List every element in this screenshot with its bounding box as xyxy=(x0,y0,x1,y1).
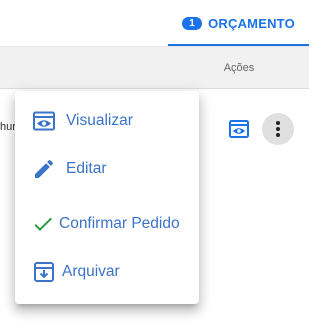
page: 1 ORÇAMENTO Ações hur Visualizar Editar … xyxy=(0,0,309,330)
actions-menu: Visualizar Editar Confirmar Pedido Arqui… xyxy=(15,91,199,304)
tab-active-indicator xyxy=(168,44,309,46)
tab-orcamento[interactable]: 1 ORÇAMENTO xyxy=(168,0,309,46)
check-icon xyxy=(31,212,55,236)
pencil-icon xyxy=(32,157,56,181)
tab-bar: 1 ORÇAMENTO xyxy=(0,0,309,47)
row-more-button[interactable] xyxy=(262,113,294,145)
menu-item-editar[interactable]: Editar xyxy=(15,147,199,191)
menu-item-label: Editar xyxy=(66,160,107,177)
table-cell-text: hur xyxy=(0,121,16,133)
menu-item-confirmar-pedido[interactable]: Confirmar Pedido xyxy=(15,202,199,246)
eye-icon xyxy=(32,109,56,133)
tab-count-badge: 1 xyxy=(182,16,203,30)
menu-item-label: Arquivar xyxy=(62,263,120,280)
menu-item-label: Confirmar Pedido xyxy=(59,215,180,232)
column-header-acoes: Ações xyxy=(223,61,255,74)
archive-icon xyxy=(32,260,56,284)
more-vert-icon xyxy=(276,121,280,137)
eye-icon xyxy=(229,120,249,138)
menu-item-arquivar[interactable]: Arquivar xyxy=(15,250,199,294)
row-view-button[interactable] xyxy=(228,118,250,140)
table-header: Ações xyxy=(0,47,309,89)
menu-item-visualizar[interactable]: Visualizar xyxy=(15,99,199,143)
menu-item-label: Visualizar xyxy=(66,112,133,129)
tab-label: ORÇAMENTO xyxy=(208,15,295,31)
